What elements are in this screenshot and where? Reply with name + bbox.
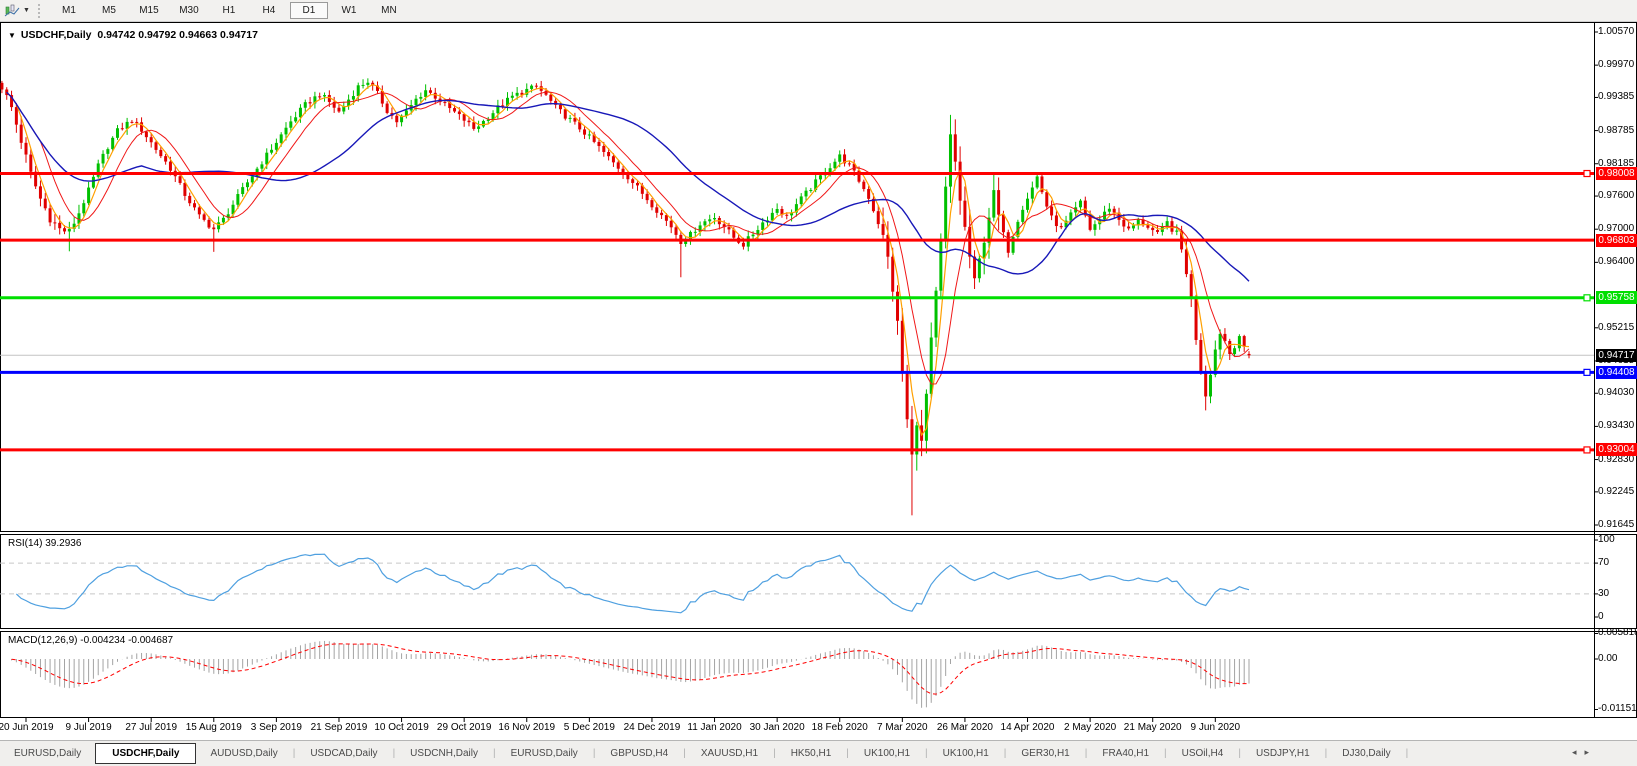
chart-tab-ger30[interactable]: GER30,H1 [1007,744,1083,763]
price-tick-label: 0.93430 [1598,420,1635,432]
chart-tab-fra40[interactable]: FRA40,H1 [1088,744,1163,763]
timeframe-button-h4[interactable]: H4 [250,2,288,19]
rsi-tick-label: 70 [1598,557,1610,569]
chart-tab-eurusd[interactable]: EURUSD,Daily [497,744,592,763]
rsi-tick-label: 30 [1598,587,1610,599]
symbol-dropdown-icon[interactable]: ▼ [8,31,16,40]
chart-tab-hk50[interactable]: HK50,H1 [777,744,846,763]
chart-icon [4,4,20,16]
date-tick-label: 26 Mar 2020 [936,722,993,733]
chart-ohlc-values: 0.94742 0.94792 0.94663 0.94717 [97,29,258,41]
chart-tab-usdchf[interactable]: USDCHF,Daily [95,743,197,764]
date-tick-label: 3 Sep 2019 [250,722,302,733]
date-tick-label: 21 Sep 2019 [310,722,368,733]
rsi-tick-label: 100 [1598,534,1615,545]
date-tick-label: 10 Oct 2019 [374,722,429,733]
chart-tab-bar: EURUSD,Daily USDCHF,Daily AUDUSD,Daily | USD… [0,740,1637,766]
chart-title: ▼ USDCHF,Daily 0.94742 0.94792 0.94663 0.… [8,29,258,41]
date-tick-label: 7 Mar 2020 [877,722,928,733]
level-price-label: 0.98008 [1596,167,1637,181]
price-tick-label: 0.99970 [1598,59,1635,71]
date-tick-label: 5 Dec 2019 [563,722,615,733]
tab-scroll-left-icon[interactable]: ◂ [1572,747,1585,757]
timeframe-button-m15[interactable]: M15 [130,2,168,19]
tab-separator: | [1405,748,1409,759]
price-tick-label: 0.99385 [1598,91,1635,103]
price-tick-label: 0.96400 [1598,256,1635,268]
macd-tick-label: 0.005818 [1598,627,1637,639]
level-price-label: 0.94408 [1596,365,1637,379]
chart-tab-usoil[interactable]: USOil,H4 [1168,744,1238,763]
timeframe-toolbar: ▼ M1 M5 M15 M30 H1 H4 D1 W1 MN [0,0,1637,22]
price-tick-label: 0.91645 [1598,519,1635,530]
timeframe-button-h1[interactable]: H1 [210,2,248,19]
price-tick-label: 0.97600 [1598,190,1635,202]
date-tick-label: 27 Jul 2019 [125,722,178,733]
level-price-label: 0.95758 [1596,291,1637,305]
date-tick-label: 24 Dec 2019 [623,722,681,733]
rsi-header: RSI(14) 39.2936 [8,538,82,549]
chart-tab-gbpusd[interactable]: GBPUSD,H4 [596,744,682,763]
timeframe-buttons: M1 M5 M15 M30 H1 H4 D1 W1 MN [49,2,409,19]
main-chart-panel[interactable] [0,22,1637,532]
current-price-label: 0.94717 [1596,348,1637,362]
chart-tab-uk100[interactable]: UK100,H1 [929,744,1003,763]
chart-tab-usdcad[interactable]: USDCAD,Daily [296,744,391,763]
level-price-label: 0.96803 [1596,233,1637,247]
tab-scroll-arrows[interactable]: ◂▸ [1572,747,1597,758]
chart-tab-uk100[interactable]: UK100,H1 [850,744,924,763]
rsi-tick-label: 0 [1598,611,1604,622]
date-tick-label: 30 Jan 2020 [749,722,805,733]
price-tick-label: 1.00570 [1598,26,1635,37]
timeframe-button-m30[interactable]: M30 [170,2,208,19]
timeframe-button-m1[interactable]: M1 [50,2,88,19]
date-tick-label: 2 May 2020 [1063,722,1117,733]
date-tick-label: 18 Feb 2020 [811,722,868,733]
macd-tick-label: -0.011514 [1598,703,1637,715]
date-tick-label: 15 Aug 2019 [185,722,242,733]
trading-terminal-window: ▼ M1 M5 M15 M30 H1 H4 D1 W1 MN ▼ USDCHF,Daily 0.9… [0,0,1637,766]
date-tick-label: 16 Nov 2019 [498,722,556,733]
chart-tab-usdcnh[interactable]: USDCNH,Daily [396,744,492,763]
chevron-down-icon: ▼ [23,7,30,14]
price-tick-label: 0.95215 [1598,321,1635,333]
tab-scroll-right-icon[interactable]: ▸ [1584,747,1597,757]
timeframe-button-m5[interactable]: M5 [90,2,128,19]
level-price-label: 0.93004 [1596,443,1637,457]
date-tick-label: 29 Oct 2019 [436,722,492,733]
chart-tab-usdjpy[interactable]: USDJPY,H1 [1242,744,1324,763]
price-tick-label: 0.98785 [1598,124,1635,136]
price-axis-separator [1594,22,1595,718]
chart-tab-dj30[interactable]: DJ30,Daily [1328,744,1404,763]
macd-tick-label: 0.00 [1598,653,1618,664]
date-tick-label: 20 Jun 2019 [0,722,54,733]
chart-tab-xauusd[interactable]: XAUUSD,H1 [687,744,772,763]
macd-header: MACD(12,26,9) -0.004234 -0.004687 [8,635,174,646]
date-tick-label: 21 May 2020 [1123,722,1182,733]
timeframe-button-w1[interactable]: W1 [330,2,368,19]
price-tick-label: 0.92245 [1598,485,1635,497]
timeframe-button-d1[interactable]: D1 [289,2,328,19]
price-tick-label: 0.94030 [1598,387,1635,399]
toolbar-drag-handle[interactable] [37,3,45,18]
date-tick-label: 11 Jan 2020 [687,722,742,733]
date-tick-label: 14 Apr 2020 [1000,722,1055,733]
timeframe-button-mn[interactable]: MN [370,2,408,19]
macd-indicator-panel[interactable] [0,631,1637,718]
chart-symbol-label: USDCHF,Daily [20,29,92,41]
date-tick-label: 9 Jun 2020 [1190,722,1241,733]
chart-tab-eurusd[interactable]: EURUSD,Daily [0,744,95,763]
chart-type-tool[interactable]: ▼ [0,0,34,21]
chart-tab-audusd[interactable]: AUDUSD,Daily [196,744,291,763]
date-tick-label: 9 Jul 2019 [65,722,112,733]
rsi-indicator-panel[interactable] [0,534,1637,629]
